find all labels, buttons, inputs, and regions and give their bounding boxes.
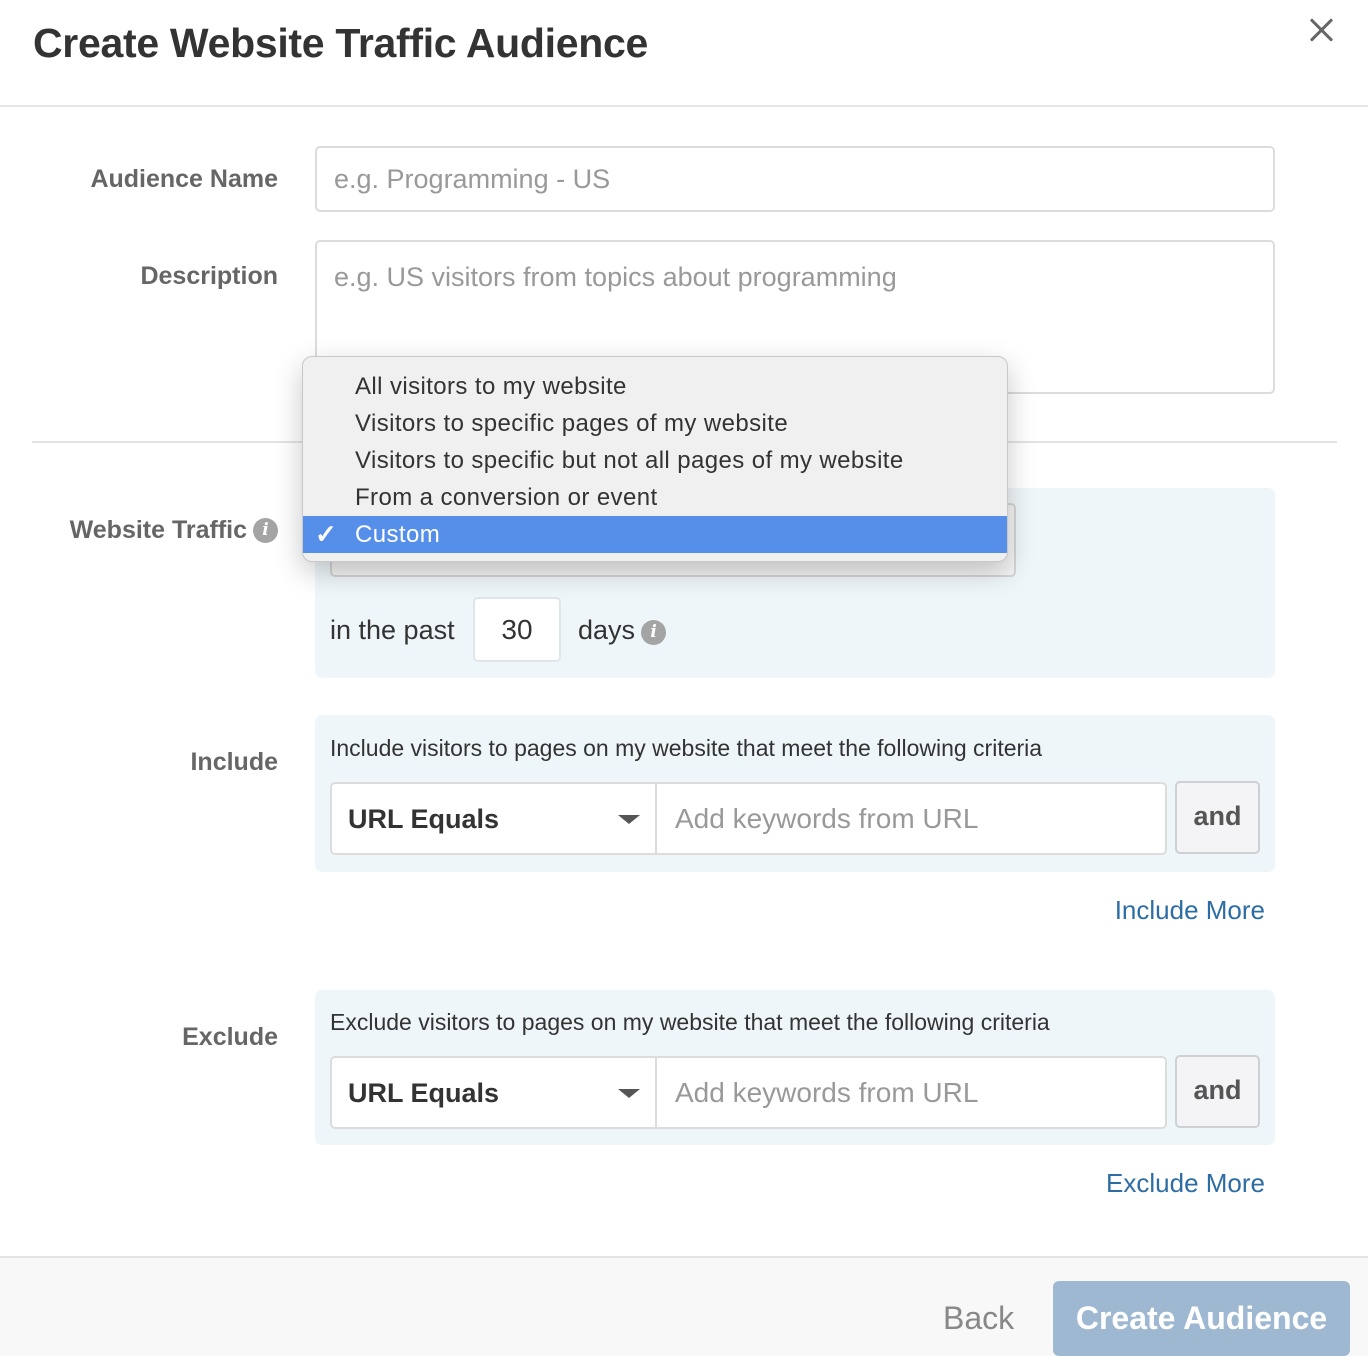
caret-down-icon	[618, 815, 640, 824]
exclude-criteria-text: Exclude visitors to pages on my website …	[330, 1009, 1050, 1035]
exclude-more-link[interactable]: Exclude More	[1106, 1168, 1265, 1199]
days-text: days i	[578, 615, 667, 646]
dropdown-option-all-visitors[interactable]: All visitors to my website	[303, 368, 1007, 405]
exclude-label: Exclude	[182, 1023, 278, 1051]
include-criteria-text: Include visitors to pages on my website …	[330, 735, 1043, 761]
info-icon[interactable]: i	[253, 518, 278, 543]
info-icon[interactable]: i	[641, 620, 667, 645]
in-the-past-text: in the past	[330, 615, 455, 645]
rule-type-value: URL Equals	[348, 1078, 500, 1108]
dropdown-option-conversion-event[interactable]: From a conversion or event	[303, 479, 1007, 516]
back-button[interactable]: Back	[943, 1300, 1014, 1337]
dropdown-option-custom[interactable]: ✓ Custom	[303, 516, 1007, 553]
dropdown-option-specific-pages[interactable]: Visitors to specific pages of my website	[303, 405, 1007, 442]
audience-name-input[interactable]: e.g. Programming - US	[315, 146, 1275, 212]
description-label: Description	[140, 262, 278, 290]
rule-type-value: URL Equals	[348, 804, 500, 834]
option-label: All visitors to my website	[355, 373, 627, 400]
option-label: Visitors to specific but not all pages o…	[355, 447, 904, 474]
exclude-keywords-input[interactable]: Add keywords from URL	[655, 1056, 1167, 1129]
website-traffic-label: Website Traffic i	[70, 516, 278, 545]
include-more-link[interactable]: Include More	[1115, 895, 1265, 926]
include-rule-type-select[interactable]: URL Equals	[330, 782, 656, 855]
audience-name-label: Audience Name	[90, 165, 278, 193]
dialog-title: Create Website Traffic Audience	[33, 20, 649, 66]
checkmark-icon: ✓	[315, 519, 338, 549]
include-and-button[interactable]: and	[1175, 781, 1260, 854]
include-label: Include	[190, 748, 278, 776]
option-label: Visitors to specific pages of my website	[355, 410, 789, 437]
dropdown-option-specific-not-all-pages[interactable]: Visitors to specific but not all pages o…	[303, 442, 1007, 479]
option-label: Custom	[355, 521, 441, 548]
close-icon[interactable]	[1303, 12, 1339, 48]
create-audience-button[interactable]: Create Audience	[1053, 1281, 1350, 1356]
website-traffic-label-text: Website Traffic	[69, 516, 247, 544]
caret-down-icon	[618, 1089, 640, 1098]
option-label: From a conversion or event	[355, 484, 658, 511]
website-traffic-dropdown-menu: All visitors to my website Visitors to s…	[302, 356, 1008, 562]
days-input[interactable]: 30	[473, 597, 561, 662]
dialog-header: Create Website Traffic Audience	[0, 0, 1368, 107]
days-label: days	[578, 615, 636, 645]
exclude-rule-type-select[interactable]: URL Equals	[330, 1056, 656, 1129]
include-keywords-input[interactable]: Add keywords from URL	[655, 782, 1167, 855]
exclude-and-button[interactable]: and	[1175, 1055, 1260, 1128]
